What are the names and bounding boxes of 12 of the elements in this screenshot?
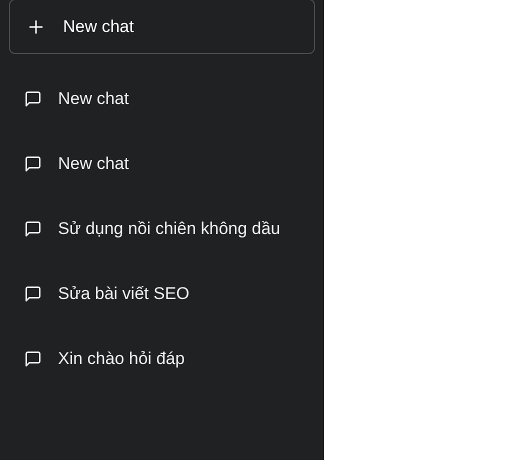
chat-bubble-icon <box>24 90 42 108</box>
chat-history-item[interactable]: Xin chào hỏi đáp <box>9 326 315 391</box>
chat-bubble-icon <box>24 220 42 238</box>
plus-icon <box>27 18 45 36</box>
chat-bubble-icon <box>24 284 42 302</box>
chat-history-item[interactable]: Sửa bài viết SEO <box>9 261 315 326</box>
chat-bubble-icon <box>24 350 42 368</box>
chat-history-item[interactable]: Sử dụng nồi chiên không dầu <box>9 196 315 261</box>
chat-bubble-icon <box>24 154 42 172</box>
chat-history-item[interactable]: New chat <box>9 131 315 196</box>
new-chat-button[interactable]: New chat <box>9 0 315 54</box>
chat-history-item[interactable]: New chat <box>9 66 315 131</box>
